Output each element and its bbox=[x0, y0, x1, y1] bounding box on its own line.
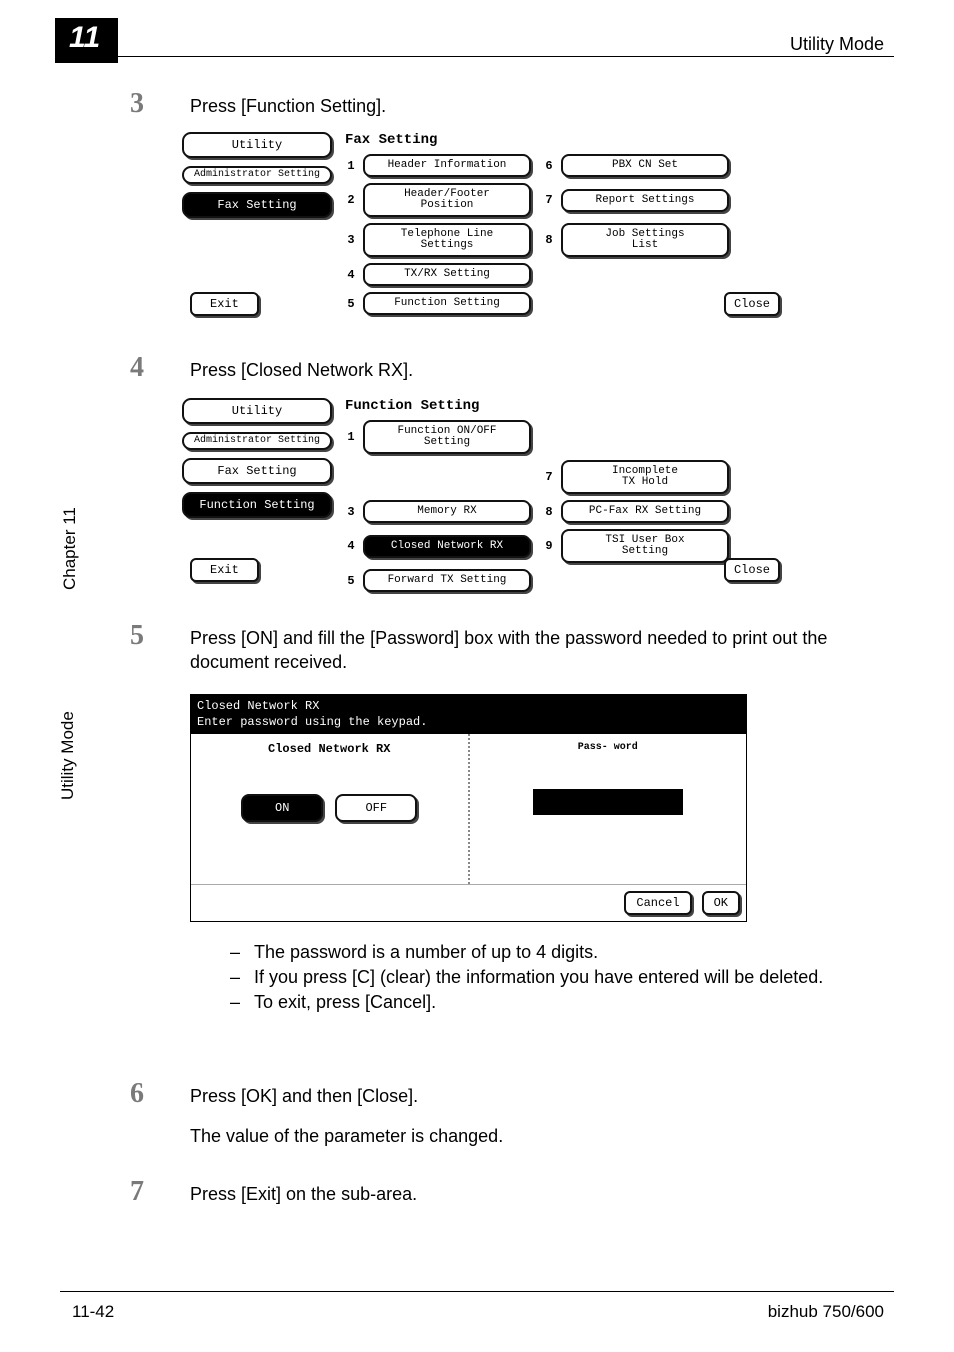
menu-index: 1 bbox=[345, 159, 357, 173]
note-text: If you press [C] (clear) the information… bbox=[254, 965, 823, 990]
dialog-title: Closed Network RX bbox=[197, 699, 740, 715]
btn-pbx-cn[interactable]: PBX CN Set bbox=[561, 154, 729, 177]
product-name: bizhub 750/600 bbox=[768, 1302, 884, 1322]
menu-index: 4 bbox=[345, 539, 357, 553]
btn-closed-network-rx[interactable]: Closed Network RX bbox=[363, 535, 531, 558]
exit-button[interactable]: Exit bbox=[190, 558, 259, 582]
step-text: Press [OK] and then [Close]. bbox=[190, 1084, 884, 1108]
step-result: The value of the parameter is changed. bbox=[190, 1124, 884, 1148]
menu-index: 9 bbox=[543, 539, 555, 553]
sidebar-item-admin[interactable]: Administrator Setting bbox=[182, 166, 332, 184]
close-button[interactable]: Close bbox=[724, 292, 780, 316]
menu-index: 3 bbox=[345, 505, 357, 519]
btn-func-onoff[interactable]: Function ON/OFF Setting bbox=[363, 420, 531, 454]
ok-button[interactable]: OK bbox=[702, 891, 740, 915]
step-number-6: 6 bbox=[130, 1078, 144, 1110]
divider bbox=[60, 1291, 894, 1292]
sidebar-item-function[interactable]: Function Setting bbox=[182, 492, 332, 518]
step-text: Press [ON] and fill the [Password] box w… bbox=[190, 626, 884, 675]
btn-header-info[interactable]: Header Information bbox=[363, 154, 531, 177]
menu-index: 3 bbox=[345, 233, 357, 247]
off-button[interactable]: OFF bbox=[335, 794, 417, 822]
note-text: To exit, press [Cancel]. bbox=[254, 990, 436, 1015]
step-number-3: 3 bbox=[130, 88, 144, 120]
sidebar-item-admin[interactable]: Administrator Setting bbox=[182, 432, 332, 450]
menu-index: 1 bbox=[345, 430, 357, 444]
menu-index: 7 bbox=[543, 193, 555, 207]
sidebar-item-fax[interactable]: Fax Setting bbox=[182, 458, 332, 484]
divider bbox=[60, 56, 894, 57]
step-number-4: 4 bbox=[130, 352, 144, 384]
dialog-subtitle: Enter password using the keypad. bbox=[197, 715, 740, 731]
page-number: 11-42 bbox=[72, 1302, 114, 1322]
btn-incomplete-tx[interactable]: Incomplete TX Hold bbox=[561, 460, 729, 494]
step-text: Press [Exit] on the sub-area. bbox=[190, 1182, 884, 1206]
section-label: Closed Network RX bbox=[197, 742, 462, 756]
side-section-label: Utility Mode bbox=[58, 711, 78, 800]
side-chapter-label: Chapter 11 bbox=[60, 507, 80, 590]
menu-index: 8 bbox=[543, 505, 555, 519]
btn-tel-line[interactable]: Telephone Line Settings bbox=[363, 223, 531, 257]
menu-index: 7 bbox=[543, 470, 555, 484]
btn-memory-rx[interactable]: Memory RX bbox=[363, 500, 531, 523]
bullet-dash: – bbox=[230, 990, 254, 1015]
step-text: Press [Function Setting]. bbox=[190, 94, 884, 118]
step-number-5: 5 bbox=[130, 620, 144, 652]
step-number-7: 7 bbox=[130, 1176, 144, 1208]
sidebar-item-utility[interactable]: Utility bbox=[182, 132, 332, 158]
btn-header-footer[interactable]: Header/Footer Position bbox=[363, 183, 531, 217]
bullet-dash: – bbox=[230, 965, 254, 990]
menu-index: 8 bbox=[543, 233, 555, 247]
menu-index: 4 bbox=[345, 268, 357, 282]
on-button[interactable]: ON bbox=[241, 794, 323, 822]
panel-title: Fax Setting bbox=[345, 132, 437, 148]
password-input[interactable] bbox=[533, 789, 683, 815]
cancel-button[interactable]: Cancel bbox=[624, 891, 691, 915]
note-text: The password is a number of up to 4 digi… bbox=[254, 940, 598, 965]
btn-report[interactable]: Report Settings bbox=[561, 189, 729, 212]
sidebar-item-utility[interactable]: Utility bbox=[182, 398, 332, 424]
page-title: Utility Mode bbox=[790, 34, 884, 55]
close-button[interactable]: Close bbox=[724, 558, 780, 582]
step-text: Press [Closed Network RX]. bbox=[190, 358, 884, 382]
btn-job-settings[interactable]: Job Settings List bbox=[561, 223, 729, 257]
bullet-dash: – bbox=[230, 940, 254, 965]
btn-pcfax-rx[interactable]: PC-Fax RX Setting bbox=[561, 500, 729, 523]
panel-title: Function Setting bbox=[345, 398, 479, 414]
btn-txrx[interactable]: TX/RX Setting bbox=[363, 263, 531, 286]
exit-button[interactable]: Exit bbox=[190, 292, 259, 316]
password-label: Pass- word bbox=[476, 742, 741, 753]
menu-index: 2 bbox=[345, 193, 357, 207]
menu-index: 6 bbox=[543, 159, 555, 173]
sidebar-item-fax[interactable]: Fax Setting bbox=[182, 192, 332, 218]
